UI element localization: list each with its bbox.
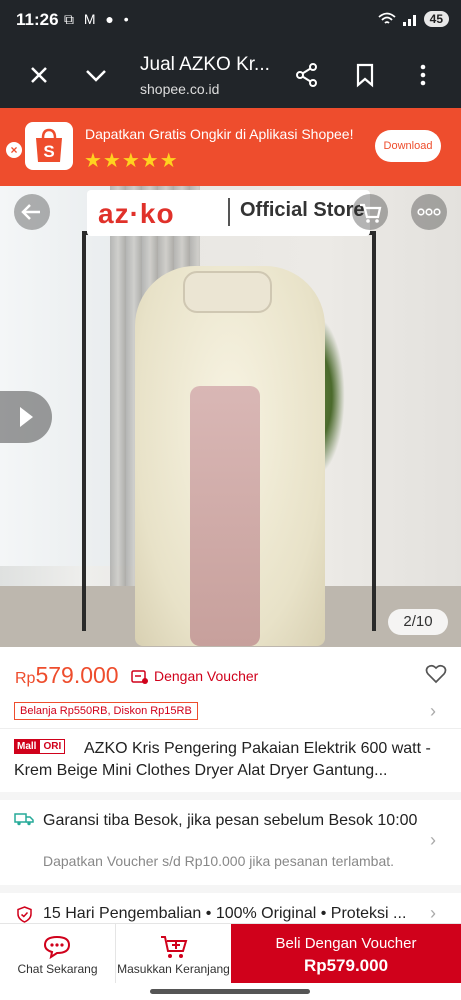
shipping-guarantee: Garansi tiba Besok, jika pesan sebelum B…: [43, 812, 418, 829]
cart-button[interactable]: [352, 194, 388, 230]
logo-letter: S: [43, 142, 54, 161]
product-title: AZKO Kris Pengering Pakaian Elektrik 600…: [14, 740, 431, 779]
chevron-right-icon[interactable]: ›: [430, 701, 436, 722]
status-bar: 11:26 ⧉ M ● • 45: [0, 0, 461, 42]
share-icon[interactable]: [294, 62, 320, 88]
wifi-icon: [378, 12, 396, 24]
shield-icon: [17, 906, 32, 923]
brand-divider: [228, 198, 230, 226]
rack-pole-left: [82, 231, 86, 631]
price: Rp579.000: [15, 662, 119, 689]
more-vertical-icon[interactable]: [410, 62, 436, 88]
product-image[interactable]: az·ko Official Store 2/10: [0, 186, 461, 647]
browser-toolbar: Jual AZKO Kr... shopee.co.id: [0, 42, 461, 108]
price-value: 579.000: [35, 662, 119, 688]
close-banner-button[interactable]: ×: [6, 142, 22, 158]
brand-logo: az·ko: [98, 198, 175, 229]
page-title: Jual AZKO Kr...: [140, 54, 270, 75]
return-chevron-icon[interactable]: ›: [430, 903, 436, 924]
section-separator: [0, 792, 461, 800]
back-button[interactable]: [14, 194, 50, 230]
truck-icon: [14, 813, 34, 826]
buy-label: Beli Dengan Voucher: [275, 935, 417, 952]
buy-with-voucher-button[interactable]: Beli Dengan Voucher Rp579.000: [231, 924, 461, 984]
chevron-down-icon[interactable]: [83, 62, 109, 88]
banner-text: Dapatkan Gratis Ongkir di Aplikasi Shope…: [85, 126, 354, 142]
close-icon[interactable]: [26, 62, 52, 88]
more-options-button[interactable]: [411, 194, 447, 230]
section-separator: [0, 885, 461, 893]
shipping-chevron-icon[interactable]: ›: [430, 830, 436, 851]
shopee-logo: S: [25, 122, 73, 170]
status-time: 11:26: [16, 10, 59, 29]
official-store-label: Official Store: [240, 199, 365, 221]
divider: [0, 728, 461, 729]
promo-badge[interactable]: Belanja Rp550RB, Diskon Rp15RB: [14, 702, 198, 720]
status-right: 45: [378, 11, 449, 27]
chat-label: Chat Sekarang: [17, 962, 98, 976]
add-to-cart-button[interactable]: Masukkan Keranjang: [115, 924, 231, 984]
heart-icon[interactable]: [425, 663, 447, 685]
arrow-left-icon: [21, 204, 40, 220]
return-policy[interactable]: 15 Hari Pengembalian • 100% Original • P…: [43, 905, 406, 923]
bookmark-icon[interactable]: [352, 62, 378, 88]
rating-stars: ★★★★★: [84, 150, 179, 172]
play-video-button[interactable]: [0, 391, 52, 443]
voucher-label: Dengan Voucher: [154, 668, 259, 684]
signal-icon: [402, 15, 416, 26]
voucher-icon: [131, 670, 148, 684]
add-cart-icon: [161, 936, 188, 958]
notification-icons: ⧉ M ● •: [64, 11, 132, 27]
rack-pole-right: [372, 231, 376, 631]
bottom-action-bar: Chat Sekarang Masukkan Keranjang Beli De…: [0, 923, 461, 984]
buy-price: Rp579.000: [303, 956, 389, 975]
shopee-bag-icon: S: [36, 128, 62, 162]
image-counter: 2/10: [388, 609, 448, 635]
app-download-banner: × S Dapatkan Gratis Ongkir di Aplikasi S…: [0, 108, 461, 186]
page-url[interactable]: shopee.co.id: [140, 81, 219, 97]
price-currency: Rp: [15, 670, 36, 687]
shipping-voucher-note: Dapatkan Voucher s/d Rp10.000 jika pesan…: [43, 853, 395, 869]
dryer-head: [183, 271, 272, 313]
more-horizontal-icon: [417, 208, 441, 216]
download-button[interactable]: Download: [375, 130, 441, 162]
battery-indicator: 45: [423, 11, 449, 27]
play-icon: [20, 407, 33, 427]
chat-button[interactable]: Chat Sekarang: [0, 924, 115, 984]
pink-garment: [190, 386, 260, 646]
add-to-cart-label: Masukkan Keranjang: [117, 962, 230, 976]
home-gesture-handle[interactable]: [150, 989, 310, 994]
chat-icon: [43, 935, 71, 960]
system-nav-bar: [0, 983, 461, 1000]
cart-icon: [360, 203, 382, 223]
